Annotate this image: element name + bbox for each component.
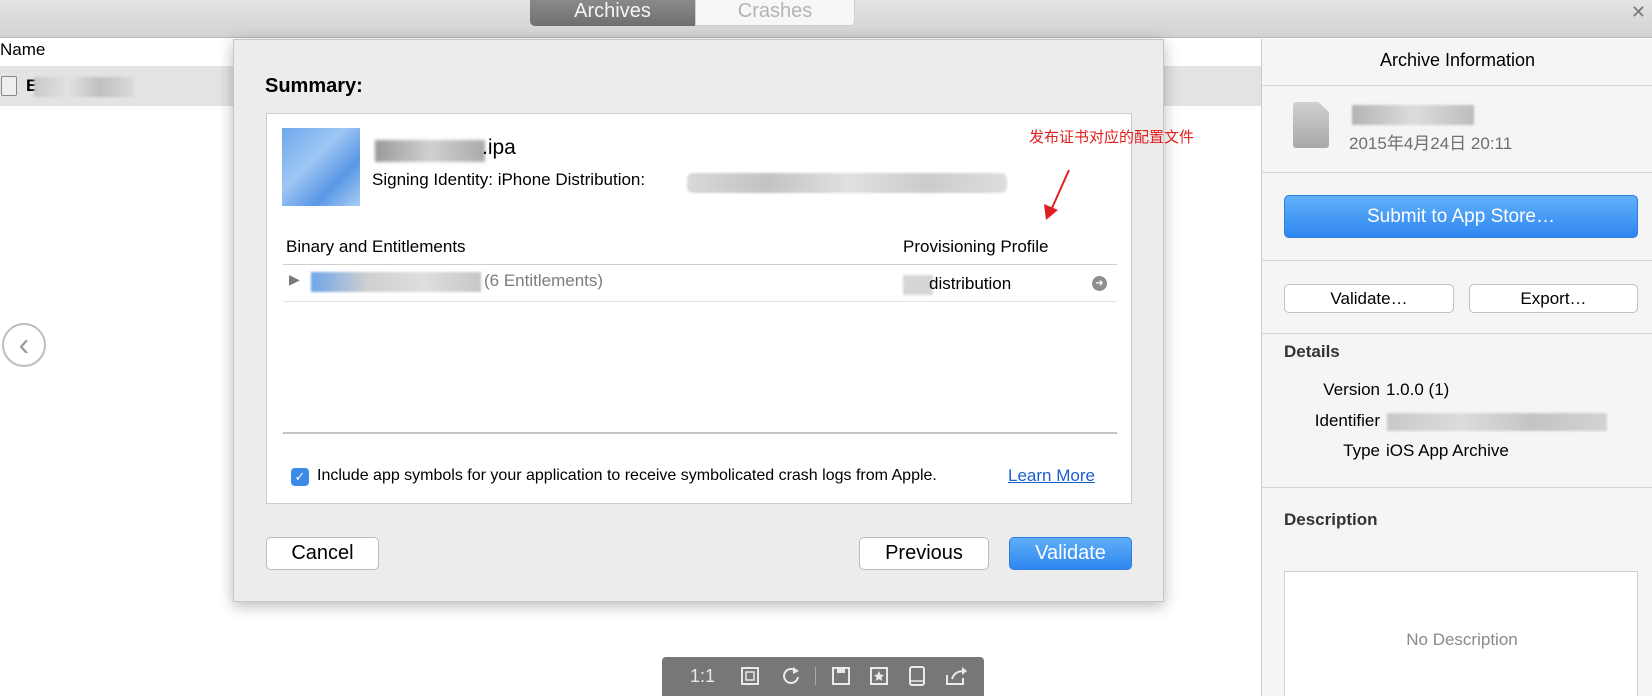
validate-archive-button[interactable]: Validate… — [1284, 284, 1454, 313]
archive-file-icon — [1, 76, 17, 96]
app-icon — [282, 128, 360, 206]
redacted-signing-identity — [687, 173, 1007, 193]
actual-size-button[interactable]: 1:1 — [690, 665, 715, 687]
share-icon[interactable] — [944, 665, 968, 687]
annotation-arrow-icon — [1044, 169, 1070, 220]
tab-crashes-label: Crashes — [737, 0, 813, 22]
redacted-binary-name — [311, 272, 481, 292]
submit-to-app-store-button[interactable]: Submit to App Store… — [1284, 195, 1638, 238]
close-icon[interactable]: ✕ — [1631, 3, 1646, 21]
panel-divider — [1262, 487, 1652, 488]
export-button[interactable]: Export… — [1469, 284, 1638, 313]
panel-divider — [1262, 85, 1652, 86]
favorite-icon[interactable] — [868, 665, 890, 687]
dialog-title: Summary: — [265, 75, 363, 97]
panel-title: Archive Information — [1379, 50, 1536, 70]
archive-icon — [1293, 102, 1329, 148]
description-heading: Description — [1284, 510, 1378, 529]
details-heading: Details — [1284, 342, 1340, 361]
redacted-archive-title — [1352, 105, 1474, 125]
previous-button[interactable]: Previous — [859, 537, 989, 570]
type-value: iOS App Archive — [1386, 441, 1509, 460]
panel-divider — [1262, 333, 1652, 334]
validate-summary-dialog: Summary: .ipa Signing Identity: iPhone D… — [233, 39, 1164, 602]
include-symbols-label: Include app symbols for your application… — [317, 467, 937, 484]
ipa-filename: .ipa — [482, 136, 516, 159]
include-symbols-checkbox[interactable]: ✓ — [291, 468, 309, 486]
panel-divider — [1262, 260, 1652, 261]
rotate-icon[interactable] — [780, 665, 802, 687]
identifier-label: Identifier — [1314, 411, 1380, 430]
binary-column-header: Binary and Entitlements — [286, 237, 466, 256]
validate-button[interactable]: Validate — [1009, 537, 1132, 570]
type-label: Type — [1343, 441, 1380, 460]
tab-crashes[interactable]: Crashes — [695, 0, 855, 26]
version-label: Version — [1323, 380, 1380, 399]
previous-image-icon[interactable]: ‹ — [2, 323, 46, 367]
device-icon[interactable] — [906, 665, 928, 687]
panel-divider — [1262, 172, 1652, 173]
entitlements-count: (6 Entitlements) — [484, 271, 604, 290]
cancel-button[interactable]: Cancel — [266, 537, 379, 570]
image-viewer-toolbar: 1:1 — [662, 657, 984, 696]
row-divider — [283, 301, 1117, 302]
toolbar-separator — [815, 667, 816, 685]
learn-more-link[interactable]: Learn More — [1008, 466, 1095, 486]
annotation-text: 发布证书对应的配置文件 — [1029, 129, 1195, 146]
archive-information-panel: Archive Information 2015年4月24日 20:11 Sub… — [1261, 39, 1652, 696]
top-toolbar: Archives Crashes ✕ — [0, 0, 1652, 38]
archive-date: 2015年4月24日 20:11 — [1349, 134, 1513, 153]
signing-identity: Signing Identity: iPhone Distribution: — [372, 170, 646, 189]
redacted-ipa-name — [375, 140, 485, 162]
redacted-archive-name — [34, 77, 134, 97]
tab-archives[interactable]: Archives — [530, 0, 695, 26]
description-placeholder: No Description — [1406, 630, 1518, 649]
tab-archives-label: Archives — [574, 0, 651, 22]
summary-content: .ipa Signing Identity: iPhone Distributi… — [266, 113, 1132, 504]
name-column-header[interactable]: Name — [0, 40, 45, 60]
provisioning-profile-value: distribution — [929, 274, 1012, 293]
version-value: 1.0.0 (1) — [1386, 380, 1450, 399]
redacted-identifier — [1387, 413, 1607, 431]
disclosure-triangle-icon[interactable]: ▶ — [289, 271, 300, 288]
go-to-profile-icon[interactable]: ➜ — [1092, 276, 1107, 291]
provisioning-column-header: Provisioning Profile — [903, 237, 1049, 256]
save-icon[interactable] — [830, 665, 852, 687]
description-field[interactable]: No Description — [1284, 571, 1638, 696]
section-divider — [283, 432, 1117, 434]
table-divider — [283, 264, 1117, 265]
fit-screen-icon[interactable] — [739, 665, 761, 687]
